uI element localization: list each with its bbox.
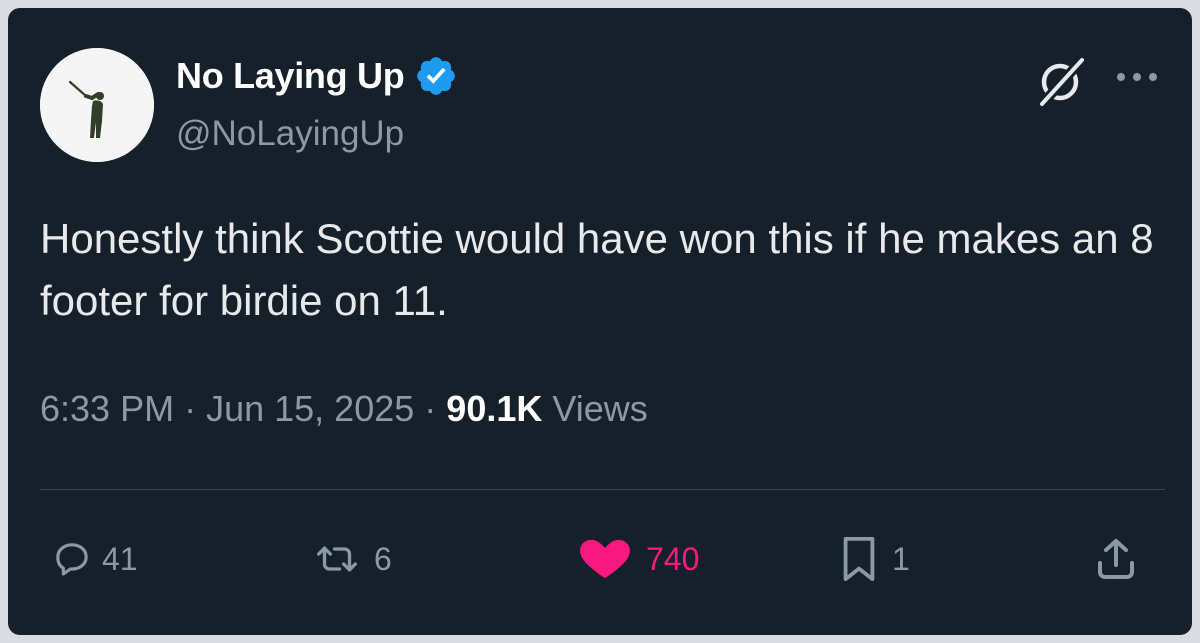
bookmark-icon bbox=[843, 536, 875, 582]
tweet-date[interactable]: Jun 15, 2025 bbox=[206, 388, 414, 429]
grok-icon[interactable] bbox=[1032, 54, 1088, 110]
reply-button[interactable]: 41 bbox=[52, 533, 138, 585]
author-handle[interactable]: @NoLayingUp bbox=[176, 114, 404, 154]
more-icon[interactable] bbox=[1112, 62, 1162, 92]
share-icon bbox=[1098, 539, 1134, 579]
heart-icon bbox=[580, 539, 630, 579]
tweet-time[interactable]: 6:33 PM bbox=[40, 388, 174, 429]
like-button[interactable]: 740 bbox=[574, 533, 699, 585]
bookmark-button[interactable]: 1 bbox=[836, 533, 910, 585]
retweet-count: 6 bbox=[374, 540, 392, 577]
retweet-icon bbox=[317, 546, 357, 572]
views-label: Views bbox=[552, 388, 648, 429]
share-button[interactable] bbox=[1092, 533, 1140, 585]
author-display-name[interactable]: No Laying Up bbox=[176, 55, 405, 97]
reply-icon bbox=[56, 543, 88, 576]
tweet-meta: 6:33 PM · Jun 15, 2025 · 90.1K Views bbox=[40, 388, 648, 430]
views-count: 90.1K bbox=[446, 388, 543, 429]
divider bbox=[40, 489, 1165, 490]
retweet-button[interactable]: 6 bbox=[310, 533, 392, 585]
reply-count: 41 bbox=[102, 540, 138, 577]
verified-badge-icon bbox=[417, 57, 456, 95]
tweet-text: Honestly think Scottie would have won th… bbox=[40, 215, 1154, 324]
like-count: 740 bbox=[646, 540, 700, 577]
author-name-row: No Laying Up bbox=[176, 54, 458, 98]
bookmark-count: 1 bbox=[892, 540, 910, 577]
tweet-card: No Laying Up @NoLayingUp Honestly think … bbox=[8, 8, 1192, 635]
golfer-silhouette bbox=[40, 48, 154, 162]
meta-separator: · bbox=[184, 388, 207, 429]
meta-separator: · bbox=[424, 388, 447, 429]
avatar[interactable] bbox=[40, 48, 154, 162]
